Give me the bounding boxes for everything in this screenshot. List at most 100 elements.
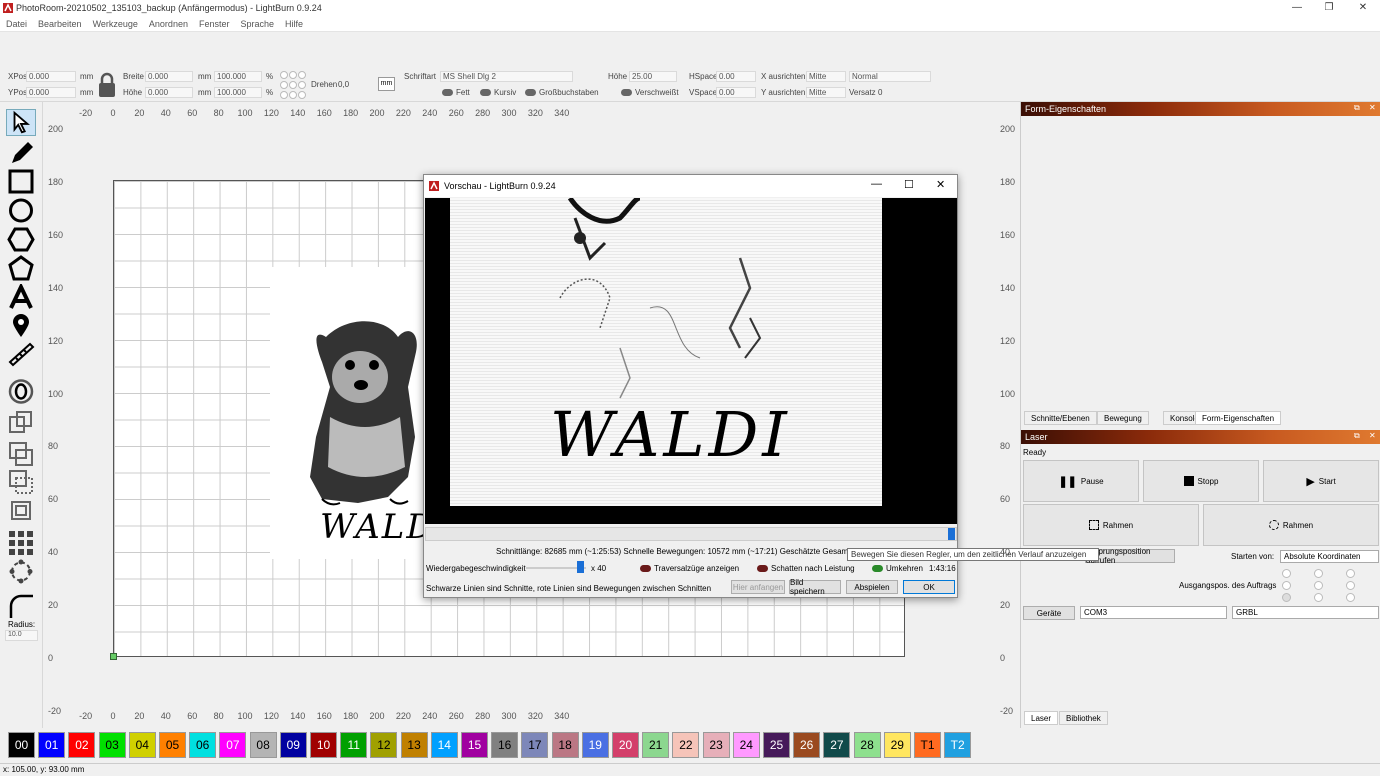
- close-button[interactable]: ✕: [1356, 2, 1370, 13]
- radius-field[interactable]: 10.0: [5, 630, 38, 641]
- y-align-select[interactable]: Mitte: [806, 87, 846, 98]
- rectangle-tool-icon[interactable]: [6, 168, 36, 195]
- font-select[interactable]: MS Shell Dlg 2: [440, 71, 573, 82]
- tab-cuts-layers[interactable]: Schnitte/Ebenen: [1024, 411, 1097, 425]
- ellipse-tool-icon[interactable]: [6, 197, 36, 224]
- dialog-close-button[interactable]: ✕: [936, 178, 945, 191]
- grid-array-icon[interactable]: [6, 529, 36, 556]
- menu-sprache[interactable]: Sprache: [240, 17, 274, 29]
- xpos-field[interactable]: 0.000: [26, 71, 76, 82]
- frame-circle-button[interactable]: Rahmen: [1203, 504, 1379, 546]
- tab-movement[interactable]: Bewegung: [1097, 411, 1149, 425]
- job-origin-radio-tl[interactable]: [1282, 569, 1291, 578]
- timeline-slider[interactable]: [425, 527, 957, 541]
- menu-fenster[interactable]: Fenster: [199, 17, 230, 29]
- job-origin-radio-mc[interactable]: [1314, 581, 1323, 590]
- layer-color-24[interactable]: 24: [732, 732, 760, 758]
- layer-color-00[interactable]: 00: [8, 732, 35, 758]
- save-image-button[interactable]: Bild speichern: [789, 578, 841, 596]
- position-pin-icon[interactable]: [6, 312, 36, 339]
- job-origin-radio-br[interactable]: [1346, 593, 1355, 602]
- show-traversal-toggle[interactable]: Traversalzüge anzeigen: [640, 564, 739, 573]
- polygon-tool-icon[interactable]: [6, 226, 36, 253]
- tab-library[interactable]: Bibliothek: [1059, 711, 1108, 725]
- job-origin-radio-bc[interactable]: [1314, 593, 1323, 602]
- menu-anordnen[interactable]: Anordnen: [149, 17, 188, 29]
- bold-toggle[interactable]: Fett: [442, 88, 470, 97]
- layer-color-05[interactable]: 05: [159, 732, 186, 758]
- layer-color-03[interactable]: 03: [98, 732, 126, 758]
- minimize-button[interactable]: —: [1290, 2, 1304, 13]
- layer-color-08[interactable]: 08: [249, 732, 277, 758]
- scale-y-field[interactable]: 100.000: [214, 87, 262, 98]
- frame-button[interactable]: Rahmen: [1023, 504, 1199, 546]
- hspace-field[interactable]: 0.00: [716, 71, 756, 82]
- job-origin-radio-tc[interactable]: [1314, 569, 1323, 578]
- circular-array-icon[interactable]: [6, 558, 36, 585]
- text-tool-icon[interactable]: [6, 284, 36, 311]
- versatz-value[interactable]: 0: [878, 88, 882, 97]
- boolean-subtract-icon[interactable]: [6, 468, 36, 495]
- measure-tool-icon[interactable]: [6, 340, 36, 367]
- start-here-button[interactable]: Hier anfangen: [731, 580, 785, 594]
- layer-color-27[interactable]: 27: [823, 732, 851, 758]
- layer-color-19[interactable]: 19: [581, 732, 609, 758]
- job-origin-radio-ml[interactable]: [1282, 581, 1291, 590]
- panel-close-icon[interactable]: ✕: [1369, 103, 1376, 112]
- dialog-minimize-button[interactable]: —: [871, 178, 882, 190]
- timeline-slider-handle[interactable]: [948, 528, 955, 540]
- italic-toggle[interactable]: Kursiv: [480, 88, 516, 97]
- job-origin-radio-mr[interactable]: [1346, 581, 1355, 590]
- layer-color-09[interactable]: 09: [279, 732, 307, 758]
- ok-button[interactable]: OK: [903, 580, 955, 594]
- corner-radius-icon[interactable]: [6, 592, 36, 619]
- job-origin-radio-bl[interactable]: [1282, 593, 1291, 602]
- text-mode-select[interactable]: Normal: [849, 71, 931, 82]
- dialog-maximize-button[interactable]: ☐: [904, 178, 914, 191]
- tab-shape-properties[interactable]: Form-Eigenschaften: [1195, 411, 1282, 425]
- boolean-intersect-icon[interactable]: [6, 497, 36, 524]
- x-align-select[interactable]: Mitte: [806, 71, 846, 82]
- menu-bearbeiten[interactable]: Bearbeiten: [38, 17, 82, 29]
- layer-color-15[interactable]: 15: [461, 732, 488, 758]
- weld-tool-icon[interactable]: [6, 409, 36, 436]
- menu-datei[interactable]: Datei: [6, 17, 27, 29]
- layer-color-12[interactable]: 12: [370, 732, 398, 758]
- layer-color-T1[interactable]: T1: [914, 732, 941, 758]
- port-select[interactable]: COM3: [1080, 606, 1227, 619]
- start-from-select[interactable]: Absolute Koordinaten: [1280, 550, 1379, 563]
- layer-color-14[interactable]: 14: [430, 732, 458, 758]
- laser-float-icon[interactable]: ⧉: [1354, 431, 1360, 441]
- preview-canvas[interactable]: WALDI: [425, 195, 957, 524]
- start-button[interactable]: ▶ Start: [1263, 460, 1379, 502]
- unit-toggle-button[interactable]: mm: [378, 77, 395, 91]
- layer-color-13[interactable]: 13: [400, 732, 428, 758]
- layer-color-07[interactable]: 07: [219, 732, 247, 758]
- lock-aspect-icon[interactable]: [96, 71, 118, 99]
- layer-color-23[interactable]: 23: [702, 732, 730, 758]
- shade-by-power-toggle[interactable]: Schatten nach Leistung: [757, 564, 855, 573]
- play-button[interactable]: Abspielen: [846, 580, 898, 594]
- layer-color-10[interactable]: 10: [310, 732, 337, 758]
- tab-laser[interactable]: Laser: [1024, 711, 1059, 725]
- stop-button[interactable]: Stopp: [1143, 460, 1259, 502]
- scale-x-field[interactable]: 100.000: [214, 71, 262, 82]
- layer-color-21[interactable]: 21: [642, 732, 670, 758]
- menu-hilfe[interactable]: Hilfe: [285, 17, 303, 29]
- layer-color-16[interactable]: 16: [491, 732, 519, 758]
- ypos-field[interactable]: 0.000: [26, 87, 76, 98]
- anchor-grid-icon[interactable]: [279, 70, 307, 100]
- controller-select[interactable]: GRBL: [1232, 606, 1379, 619]
- invert-toggle[interactable]: Umkehren: [872, 564, 923, 573]
- font-height-field[interactable]: 25.00: [629, 71, 677, 82]
- uppercase-toggle[interactable]: Großbuchstaben: [525, 88, 599, 97]
- speed-slider-handle[interactable]: [577, 561, 584, 573]
- layer-color-11[interactable]: 11: [340, 732, 368, 758]
- menu-werkzeuge[interactable]: Werkzeuge: [93, 17, 138, 29]
- laser-close-icon[interactable]: ✕: [1369, 431, 1376, 440]
- vspace-field[interactable]: 0.00: [716, 87, 756, 98]
- boolean-union-icon[interactable]: [6, 440, 36, 467]
- layer-color-22[interactable]: 22: [672, 732, 700, 758]
- layer-color-17[interactable]: 17: [521, 732, 549, 758]
- layer-color-29[interactable]: 29: [883, 732, 911, 758]
